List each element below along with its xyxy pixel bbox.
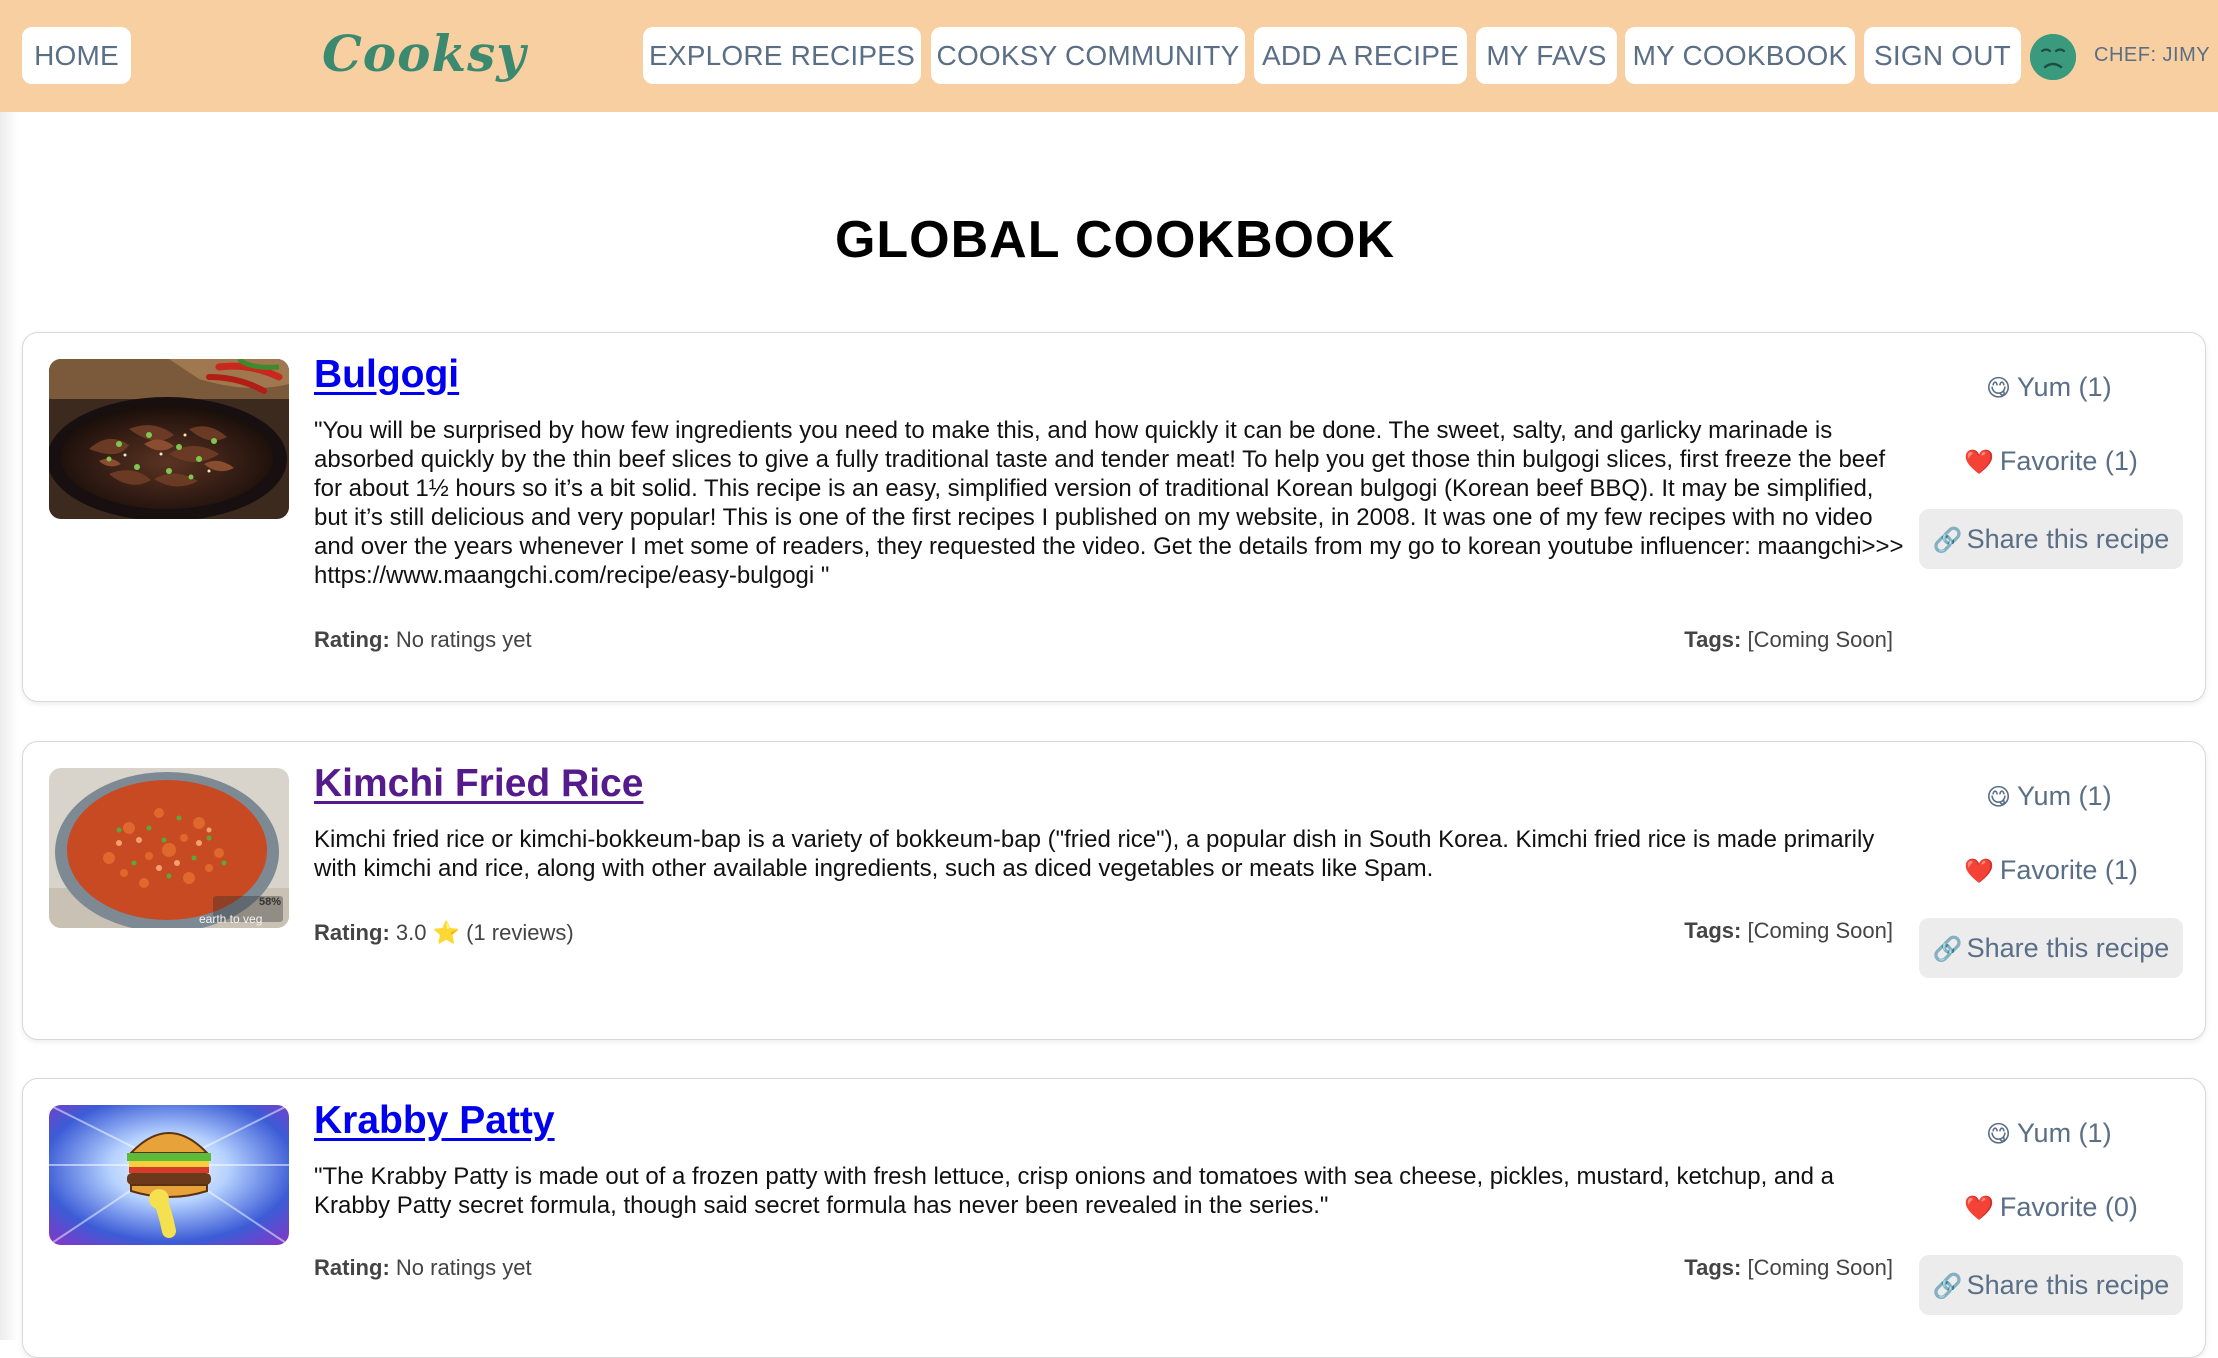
share-recipe-button[interactable]: 🔗 Share this recipe	[1919, 1255, 2183, 1315]
favorite-count: Favorite (0)	[1999, 1192, 2138, 1222]
favorite-count: Favorite (1)	[1999, 446, 2138, 476]
tags-value: [Coming Soon]	[1747, 918, 1893, 943]
recipe-card: 58% earth to veg Kimchi Fried Rice Kimch…	[22, 741, 2206, 1040]
recipe-rating: Rating: No ratings yet	[314, 627, 532, 653]
share-recipe-button[interactable]: 🔗 Share this recipe	[1919, 509, 2183, 569]
heart-icon: ❤️	[1964, 1195, 1994, 1222]
share-label: Share this recipe	[1966, 1270, 2170, 1300]
recipe-description: "You will be surprised by how few ingred…	[314, 417, 1904, 589]
recipe-card: Krabby Patty "The Krabby Patty is made o…	[22, 1078, 2206, 1358]
heart-icon: ❤️	[1964, 858, 1994, 885]
heart-icon: ❤️	[1964, 449, 1994, 476]
recipe-tags: Tags: [Coming Soon]	[1684, 918, 1893, 944]
cooksy-logo[interactable]: Cooksy	[322, 24, 526, 83]
tags-label: Tags:	[1684, 627, 1742, 652]
page-edge-shadow	[0, 112, 18, 1340]
rating-label: Rating:	[314, 920, 390, 945]
nav-sign-out-button[interactable]: SIGN OUT	[1864, 27, 2021, 84]
yum-count: Yum (1)	[2017, 372, 2112, 402]
yum-face-icon: 😋	[1986, 784, 2012, 811]
yum-count: Yum (1)	[2017, 781, 2112, 811]
rating-value: No ratings yet	[395, 627, 532, 652]
yum-button[interactable]: 😋 Yum (1)	[1986, 1118, 2112, 1149]
favorite-count: Favorite (1)	[1999, 855, 2138, 885]
nav-explore-recipes-button[interactable]: EXPLORE RECIPES	[643, 27, 921, 84]
chef-name-label: CHEF: JIMY	[2094, 44, 2211, 66]
recipe-title-link[interactable]: Kimchi Fried Rice	[314, 762, 643, 806]
fried-rice-image	[49, 768, 289, 928]
nav-home-button[interactable]: HOME	[22, 27, 131, 84]
yum-button[interactable]: 😋 Yum (1)	[1986, 781, 2112, 812]
favorite-button[interactable]: ❤️ Favorite (1)	[1964, 855, 2138, 886]
recipe-thumbnail[interactable]: 58% earth to veg	[49, 768, 289, 928]
recipe-title-link[interactable]: Krabby Patty	[314, 1099, 555, 1143]
yum-face-icon: 😋	[1986, 375, 2012, 402]
link-icon: 🔗	[1932, 936, 1963, 963]
avatar[interactable]	[2030, 34, 2076, 80]
yum-count: Yum (1)	[2017, 1118, 2112, 1148]
yum-face-icon: 😋	[1986, 1121, 2012, 1148]
nav-my-favs-button[interactable]: MY FAVS	[1476, 27, 1617, 84]
nav-my-cookbook-button[interactable]: MY COOKBOOK	[1625, 27, 1855, 84]
top-navbar: HOME Cooksy EXPLORE RECIPES COOKSY COMMU…	[0, 0, 2218, 112]
recipe-thumbnail[interactable]	[49, 359, 289, 519]
favorite-button[interactable]: ❤️ Favorite (0)	[1964, 1192, 2138, 1223]
tags-value: [Coming Soon]	[1747, 627, 1893, 652]
share-label: Share this recipe	[1966, 933, 2170, 963]
recipe-card: Bulgogi "You will be surprised by how fe…	[22, 332, 2206, 702]
beef-bulgogi-image	[49, 359, 289, 519]
recipe-tags: Tags: [Coming Soon]	[1684, 627, 1893, 653]
tags-label: Tags:	[1684, 918, 1742, 943]
share-recipe-button[interactable]: 🔗 Share this recipe	[1919, 918, 2183, 978]
favorite-button[interactable]: ❤️ Favorite (1)	[1964, 446, 2138, 477]
sad-face-icon	[2030, 34, 2076, 80]
link-icon: 🔗	[1932, 527, 1963, 554]
link-icon: 🔗	[1932, 1273, 1963, 1300]
nav-community-button[interactable]: COOKSY COMMUNITY	[931, 27, 1245, 84]
recipe-thumbnail[interactable]	[49, 1105, 289, 1245]
nav-add-recipe-button[interactable]: ADD A RECIPE	[1254, 27, 1467, 84]
tags-value: [Coming Soon]	[1747, 1255, 1893, 1280]
rating-value: No ratings yet	[395, 1255, 532, 1280]
recipe-title-link[interactable]: Bulgogi	[314, 353, 459, 397]
recipe-tags: Tags: [Coming Soon]	[1684, 1255, 1893, 1281]
watermark-text: earth to veg	[199, 912, 263, 926]
yum-button[interactable]: 😋 Yum (1)	[1986, 372, 2112, 403]
watermark-badge: 58%	[259, 896, 282, 908]
recipe-description: "The Krabby Patty is made out of a froze…	[314, 1163, 1834, 1219]
recipe-rating: Rating: No ratings yet	[314, 1255, 532, 1281]
recipe-description: Kimchi fried rice or kimchi-bokkeum-bap …	[314, 826, 1875, 882]
krabby-patty-image	[49, 1105, 289, 1245]
rating-label: Rating:	[314, 627, 390, 652]
rating-value: 3.0 ⭐ (1 reviews)	[395, 920, 574, 945]
page-title: GLOBAL COOKBOOK	[834, 211, 1396, 269]
share-label: Share this recipe	[1966, 524, 2170, 554]
tags-label: Tags:	[1684, 1255, 1742, 1280]
recipe-rating: Rating: 3.0 ⭐ (1 reviews)	[314, 920, 574, 946]
rating-label: Rating:	[314, 1255, 390, 1280]
